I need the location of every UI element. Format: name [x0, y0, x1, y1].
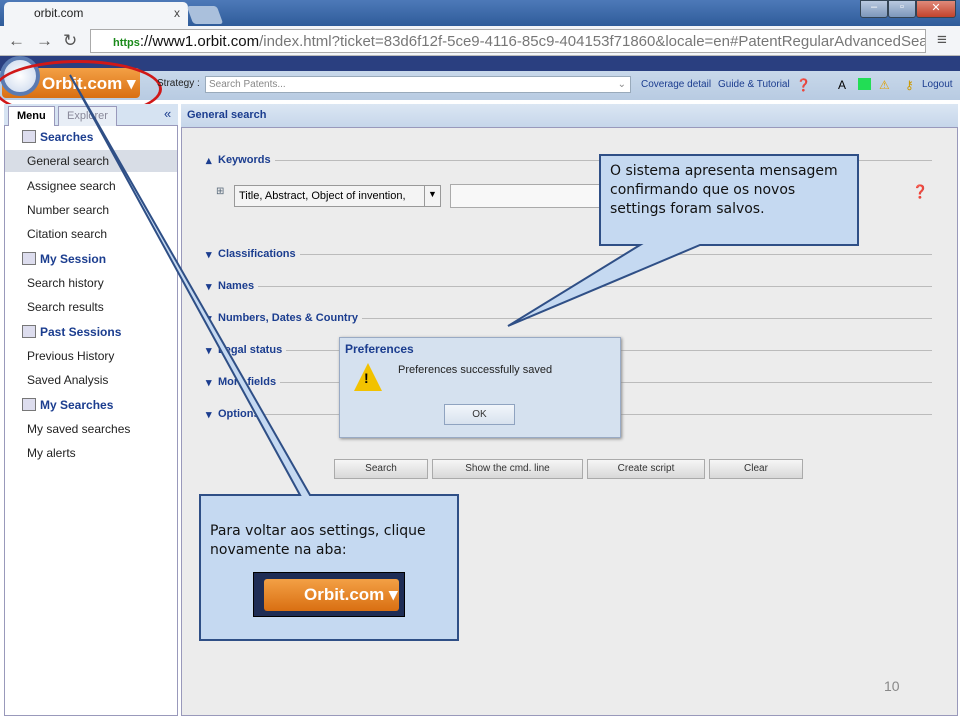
- slide-number: 10: [884, 678, 900, 694]
- orbit-logo-image: Orbit.com ▾: [253, 572, 405, 617]
- callout-shapes: [69, 74, 859, 641]
- callout-top-text: O sistema apresenta mensagem confirmando…: [610, 163, 838, 217]
- callout-bottom-text: Para voltar aos settings, clique novamen…: [210, 523, 426, 558]
